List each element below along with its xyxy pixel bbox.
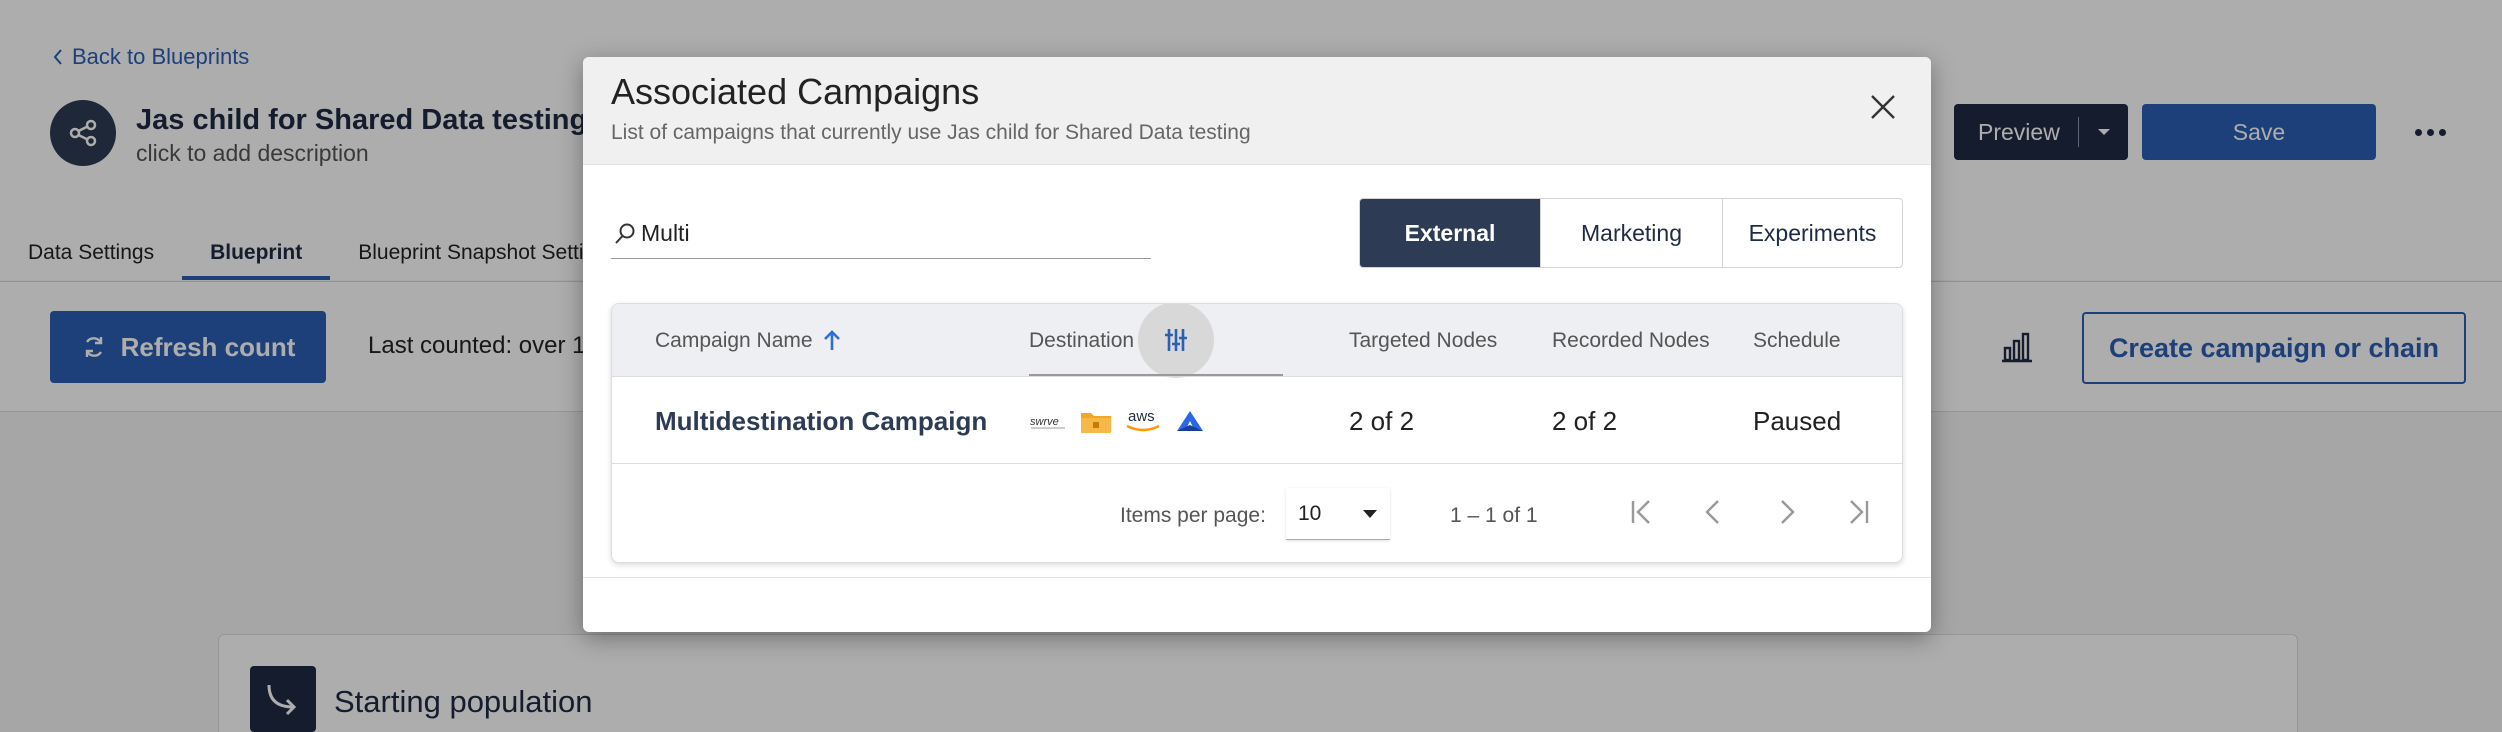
column-schedule[interactable]: Schedule bbox=[1753, 304, 1841, 377]
search-value: Multi bbox=[641, 220, 690, 246]
last-page-icon[interactable] bbox=[1838, 492, 1878, 532]
items-per-page-label: Items per page: bbox=[1120, 504, 1266, 527]
destination-header-underline bbox=[1029, 374, 1283, 376]
destination-logos: swrve aws bbox=[1029, 378, 1207, 464]
svg-text:aws: aws bbox=[1128, 408, 1155, 425]
column-campaign-name[interactable]: Campaign Name bbox=[655, 304, 841, 377]
items-per-page-select[interactable]: 10 bbox=[1286, 488, 1390, 540]
targeted-nodes-value: 2 of 2 bbox=[1349, 405, 1415, 436]
column-label: Campaign Name bbox=[655, 328, 813, 352]
column-recorded-nodes[interactable]: Recorded Nodes bbox=[1552, 304, 1710, 377]
dialog-title: Associated Campaigns bbox=[611, 71, 980, 112]
page-range: 1 – 1 of 1 bbox=[1450, 504, 1538, 527]
campaign-search-input[interactable]: Multi bbox=[611, 209, 1151, 259]
close-icon[interactable] bbox=[1867, 91, 1899, 123]
dialog-subtitle: List of campaigns that currently use Jas… bbox=[611, 121, 1251, 144]
table-header: Campaign Name Destination Targeted Nodes… bbox=[612, 304, 1902, 378]
next-page-icon[interactable] bbox=[1766, 492, 1806, 532]
atlassian-icon bbox=[1173, 406, 1207, 436]
associated-campaigns-dialog: Associated Campaigns List of campaigns t… bbox=[583, 57, 1931, 632]
folder-icon bbox=[1079, 406, 1113, 436]
caret-down-icon bbox=[1363, 509, 1377, 518]
arrow-up-icon bbox=[823, 329, 840, 350]
segment-experiments[interactable]: Experiments bbox=[1722, 199, 1902, 267]
search-icon bbox=[611, 220, 639, 248]
dialog-footer-divider bbox=[583, 577, 1931, 578]
filter-sliders-icon[interactable] bbox=[1138, 304, 1214, 378]
column-targeted-nodes[interactable]: Targeted Nodes bbox=[1349, 304, 1497, 377]
swrve-icon: swrve bbox=[1029, 406, 1069, 436]
table-row[interactable]: Multidestination Campaign swrve aws 2 of… bbox=[612, 378, 1902, 464]
paginator: Items per page: 10 1 – 1 of 1 bbox=[612, 464, 1902, 562]
dialog-header: Associated Campaigns List of campaigns t… bbox=[583, 57, 1931, 165]
svg-text:swrve: swrve bbox=[1030, 416, 1059, 428]
column-label: Destination bbox=[1029, 328, 1135, 352]
campaign-name-link[interactable]: Multidestination Campaign bbox=[655, 378, 987, 464]
campaigns-table: Campaign Name Destination Targeted Nodes… bbox=[611, 303, 1903, 563]
schedule-status: Paused bbox=[1753, 405, 1842, 436]
first-page-icon[interactable] bbox=[1622, 492, 1662, 532]
aws-icon: aws bbox=[1123, 406, 1163, 436]
campaign-type-toggle: External Marketing Experiments bbox=[1359, 198, 1903, 268]
column-destination[interactable]: Destination bbox=[1029, 304, 1134, 377]
segment-marketing[interactable]: Marketing bbox=[1540, 199, 1722, 267]
segment-external[interactable]: External bbox=[1360, 199, 1540, 267]
previous-page-icon[interactable] bbox=[1694, 492, 1734, 532]
items-per-page-value: 10 bbox=[1298, 501, 1322, 525]
recorded-nodes-value: 2 of 2 bbox=[1552, 405, 1618, 436]
